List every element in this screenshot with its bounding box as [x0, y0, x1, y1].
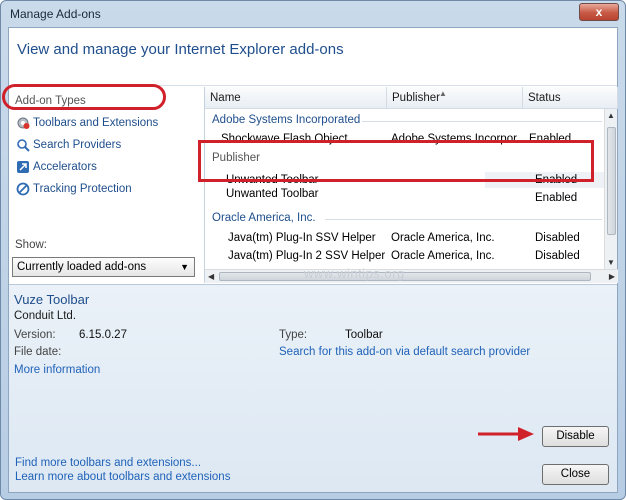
vertical-scrollbar[interactable]: ▲ ▼: [604, 109, 617, 269]
addon-name: Unwanted Toolbar: [226, 188, 319, 200]
disable-button-label: Disable: [556, 430, 595, 442]
accelerator-icon: [16, 160, 30, 174]
sidebar-item-accelerators[interactable]: Accelerators: [15, 157, 97, 177]
window-close-button[interactable]: x: [579, 3, 619, 21]
horizontal-scroll-thumb[interactable]: [219, 272, 591, 281]
sidebar-item-label: Search Providers: [33, 139, 122, 151]
column-header-label: Status: [528, 92, 561, 104]
addon-publisher: Oracle America, Inc.: [391, 232, 495, 244]
sidebar-item-label: Accelerators: [33, 161, 97, 173]
column-header-label: Publisher: [392, 92, 440, 104]
type-label: Type:: [279, 329, 308, 341]
addon-publisher-detail: Conduit Ltd.: [14, 310, 77, 322]
more-information-link[interactable]: More information: [14, 364, 100, 376]
file-date-label: File date:: [14, 346, 62, 358]
column-header-status[interactable]: Status: [523, 87, 618, 109]
column-header-name[interactable]: Name: [205, 87, 387, 109]
watermark: www.wintips.org: [304, 266, 405, 281]
search-icon: [16, 138, 30, 152]
sidebar-item-label: Tracking Protection: [33, 183, 132, 195]
addon-types-pane: Add-on Types Toolbars and Extensions Sea…: [9, 87, 201, 283]
addon-publisher: Oracle America, Inc.: [391, 250, 495, 262]
group-divider: [325, 219, 602, 220]
highlight-box-annotation: [198, 140, 594, 182]
version-label: Version:: [14, 329, 56, 341]
group-divider: [362, 121, 602, 122]
column-header-label: Name: [210, 92, 241, 104]
group-header: Oracle America, Inc.: [212, 212, 316, 224]
column-header-publisher[interactable]: Publisher ▲: [387, 87, 523, 109]
header: View and manage your Internet Explorer a…: [9, 28, 617, 86]
addon-list: Name Publisher ▲ Status Adobe Systems Inc…: [204, 87, 618, 283]
show-label: Show:: [15, 239, 47, 251]
manage-addons-window: Manage Add-ons x View and manage your In…: [0, 0, 626, 500]
search-addon-link[interactable]: Search for this add-on via default searc…: [279, 346, 530, 358]
type-value: Toolbar: [345, 329, 383, 341]
learn-more-link[interactable]: Learn more about toolbars and extensions: [15, 471, 230, 483]
window-title: Manage Add-ons: [10, 7, 101, 21]
find-more-link[interactable]: Find more toolbars and extensions...: [15, 457, 201, 469]
sidebar-item-tracking-protection[interactable]: Tracking Protection: [15, 179, 132, 199]
sidebar-item-toolbars[interactable]: Toolbars and Extensions: [15, 113, 158, 133]
red-arrow-annotation: [478, 427, 534, 441]
addon-status: Enabled: [535, 192, 578, 204]
gear-icon: [16, 116, 30, 130]
version-value: 6.15.0.27: [79, 329, 127, 341]
highlight-oval-annotation: [2, 84, 166, 110]
title-bar: Manage Add-ons x: [1, 1, 625, 27]
close-button[interactable]: Close: [542, 464, 609, 485]
close-icon: x: [595, 5, 603, 19]
vertical-scroll-thumb[interactable]: [607, 127, 616, 235]
block-icon: [16, 182, 30, 196]
scroll-left-icon[interactable]: ◀: [208, 272, 214, 281]
table-row[interactable]: Java(tm) Plug-In 2 SSV Helper Oracle Ame…: [205, 247, 605, 265]
group-header: Adobe Systems Incorporated: [212, 114, 361, 126]
disable-button[interactable]: Disable: [542, 426, 609, 447]
addon-status: Disabled: [535, 250, 580, 262]
addon-name: Java(tm) Plug-In 2 SSV Helper: [228, 250, 386, 262]
table-row[interactable]: Unwanted Toolbar Enabled: [205, 185, 605, 204]
show-dropdown[interactable]: Currently loaded add-ons ▼: [12, 257, 195, 277]
sidebar-item-label: Toolbars and Extensions: [33, 117, 159, 129]
show-dropdown-value: Currently loaded add-ons: [17, 261, 147, 273]
chevron-down-icon: ▼: [180, 262, 189, 272]
details-panel: Vuze Toolbar Conduit Ltd. Version: 6.15.…: [9, 284, 617, 492]
header-text: View and manage your Internet Explorer a…: [17, 41, 344, 58]
horizontal-scrollbar[interactable]: ◀ ▶: [205, 269, 618, 283]
addon-title: Vuze Toolbar: [14, 292, 90, 307]
sort-arrow-icon: ▲: [439, 89, 447, 98]
scroll-up-icon[interactable]: ▲: [607, 111, 615, 120]
scroll-down-icon[interactable]: ▼: [607, 258, 615, 267]
sidebar-item-search-providers[interactable]: Search Providers: [15, 135, 121, 155]
addon-name: Java(tm) Plug-In SSV Helper: [228, 232, 376, 244]
table-row[interactable]: Java(tm) Plug-In SSV Helper Oracle Ameri…: [205, 229, 605, 247]
scroll-right-icon[interactable]: ▶: [609, 272, 615, 281]
addon-status: Disabled: [535, 232, 580, 244]
close-button-label: Close: [560, 468, 591, 480]
